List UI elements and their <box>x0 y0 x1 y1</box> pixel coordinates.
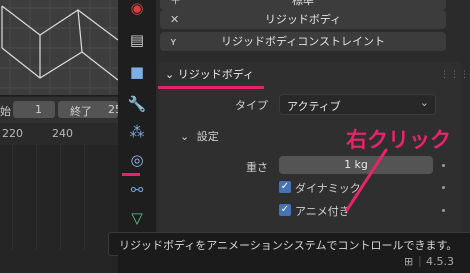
version-text: 4.5.3 <box>426 255 454 268</box>
right-click-callout: 右クリック <box>346 128 451 152</box>
status-bar: ⊞ | 4.5.3 <box>118 250 470 273</box>
status-divider: | <box>418 254 422 267</box>
memory-icon: ⊞ <box>404 255 414 268</box>
